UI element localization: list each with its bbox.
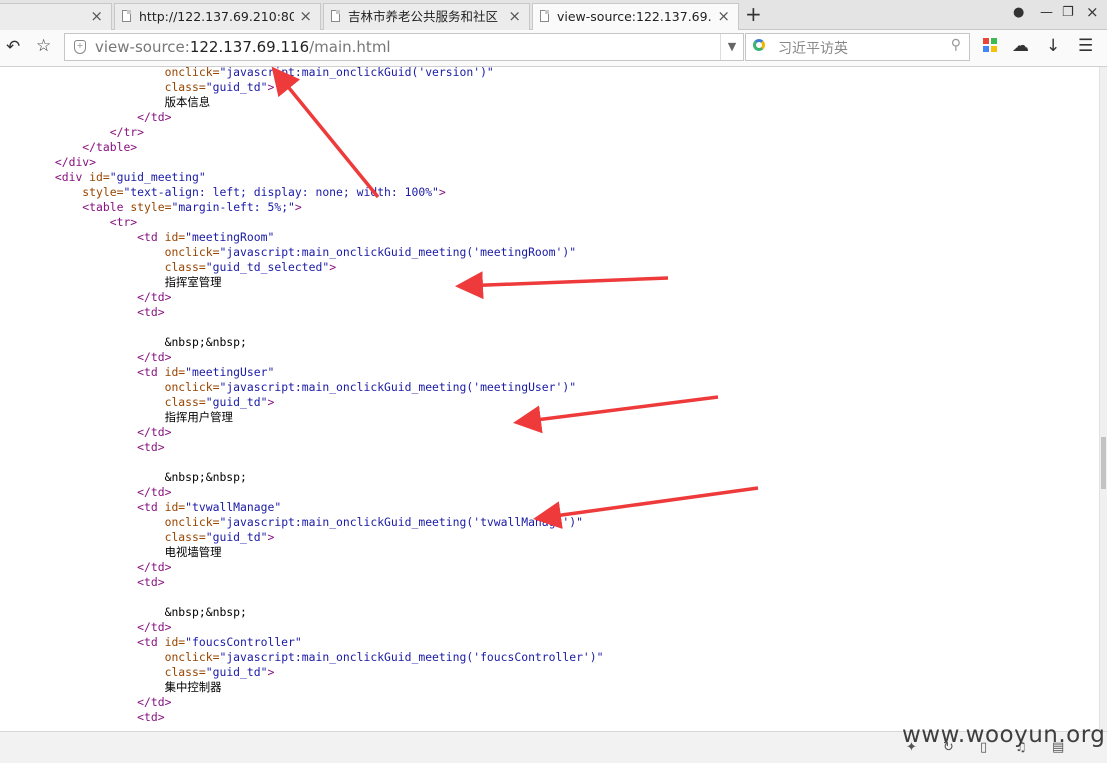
shirt-icon[interactable]: ● [1013,5,1024,20]
annotation-arrows [271,67,759,530]
restore-icon[interactable]: ❐ [1062,5,1074,20]
arrow-to-tvwall [533,486,759,530]
arrow-to-address-bar [271,67,380,199]
url-prefix: view-source: [95,38,190,56]
close-icon[interactable]: × [508,4,521,29]
close-icon[interactable]: × [717,4,730,29]
arrow-to-meetingroom [455,271,669,300]
chevron-down-icon[interactable]: ▼ [720,34,743,60]
tab-strip: × http://122.137.69.210:8080 × 吉林市养老公共服务… [0,0,1107,31]
vertical-scrollbar[interactable] [1099,67,1107,731]
address-bar[interactable]: + view-source:122.137.69.116/main.html ▼ [64,33,744,61]
search-icon[interactable]: ⚲ [951,37,961,53]
url-text[interactable]: view-source:122.137.69.116/main.html [95,38,391,56]
close-icon[interactable]: × [299,4,312,29]
page-source-view[interactable]: onclick="javascript:main_onclickGuid('ve… [0,67,1100,731]
cloud-icon[interactable]: ☁ [1012,37,1029,55]
star-icon[interactable]: ☆ [36,37,51,55]
apps-grid-icon[interactable] [983,38,997,52]
tab-title: http://122.137.69.210:8080 [139,9,294,24]
tab-title: 吉林市养老公共服务和社区 [348,9,499,24]
close-icon[interactable]: × [90,4,103,29]
arrow-to-meetinguser [513,395,719,434]
close-icon[interactable]: × [1086,3,1099,21]
download-icon[interactable]: ↓ [1046,37,1060,55]
search-input[interactable]: 习近平访英 [778,38,848,58]
page-icon [331,10,340,22]
tab-3[interactable]: view-source:122.137.69.11 × [532,3,739,31]
watermark: www.wooyun.org [902,722,1106,748]
shield-icon: + [74,40,86,54]
url-host: 122.137.69.116 [189,38,310,56]
search-box[interactable]: 习近平访英 ⚲ [745,33,970,61]
page-icon [122,10,131,22]
new-tab-plus-icon[interactable]: + [745,2,762,26]
tab-2[interactable]: 吉林市养老公共服务和社区 × [323,3,530,30]
tab-title: view-source:122.137.69.11 [557,9,712,24]
navigation-toolbar: ↶ ☆ + view-source:122.137.69.116/main.ht… [0,30,1107,67]
url-path: /main.html [309,38,391,56]
page-icon [540,10,549,22]
tab-1[interactable]: http://122.137.69.210:8080 × [114,3,321,30]
menu-icon[interactable]: ☰ [1078,37,1093,55]
scrollbar-thumb[interactable] [1101,437,1106,489]
minimize-icon[interactable]: — [1040,5,1053,20]
search-engine-icon [753,39,765,51]
tab-0[interactable]: × [0,3,112,30]
back-icon[interactable]: ↶ [6,38,20,56]
